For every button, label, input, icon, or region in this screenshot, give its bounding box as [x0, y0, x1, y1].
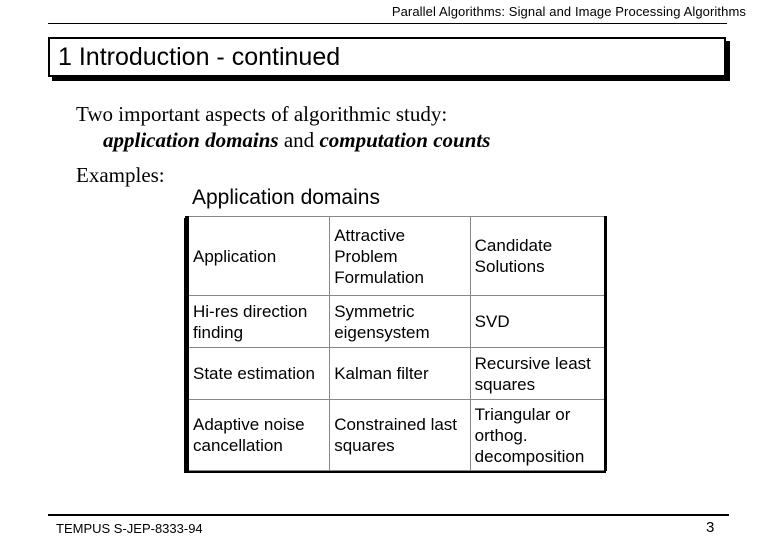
table-cell: SVD	[469, 295, 606, 348]
table-row: Adaptive noise cancellation Constrained …	[187, 399, 606, 471]
footer-project-code: TEMPUS S-JEP-8333-94	[56, 521, 203, 536]
intro-line-1: Two important aspects of algorithmic stu…	[76, 102, 448, 126]
table-cell: Recursive least squares	[469, 347, 606, 400]
intro-joiner: and	[278, 128, 320, 152]
emphasis-computation-counts: computation counts	[319, 128, 491, 152]
header-divider	[48, 23, 727, 24]
header-cell-application: Application	[187, 216, 331, 296]
footer-divider	[48, 514, 729, 516]
header-cell-candidate-solutions: Candidate Solutions	[469, 216, 606, 296]
table-cell: Symmetric eigensystem	[329, 295, 471, 348]
table-cell: Constrained last squares	[329, 399, 471, 471]
table-cell: Adaptive noise cancellation	[187, 399, 331, 471]
table-cell: Kalman filter	[329, 347, 471, 400]
application-domains-table: Application Attractive Problem Formulati…	[185, 216, 607, 471]
table-row: State estimation Kalman filter Recursive…	[187, 347, 606, 400]
emphasis-application-domains: application domains	[103, 128, 279, 152]
table-cell: Hi-res direction finding	[187, 295, 331, 348]
table-title: Application domains	[192, 186, 380, 209]
running-header: Parallel Algorithms: Signal and Image Pr…	[391, 4, 746, 19]
intro-paragraph: Two important aspects of algorithmic stu…	[76, 101, 490, 153]
page-number: 3	[706, 519, 715, 536]
header-cell-problem-formulation: Attractive Problem Formulation	[329, 216, 471, 296]
table-cell: Triangular or orthog. decomposition	[469, 399, 606, 471]
table-header-row: Application Attractive Problem Formulati…	[187, 216, 606, 296]
intro-line-2: application domains and computation coun…	[76, 127, 490, 153]
slide-title-box: 1 Introduction - continued	[48, 37, 726, 77]
examples-label: Examples:	[76, 163, 165, 187]
slide-title: 1 Introduction - continued	[58, 43, 341, 71]
table-cell: State estimation	[187, 347, 331, 400]
table-row: Hi-res direction finding Symmetric eigen…	[187, 295, 606, 348]
